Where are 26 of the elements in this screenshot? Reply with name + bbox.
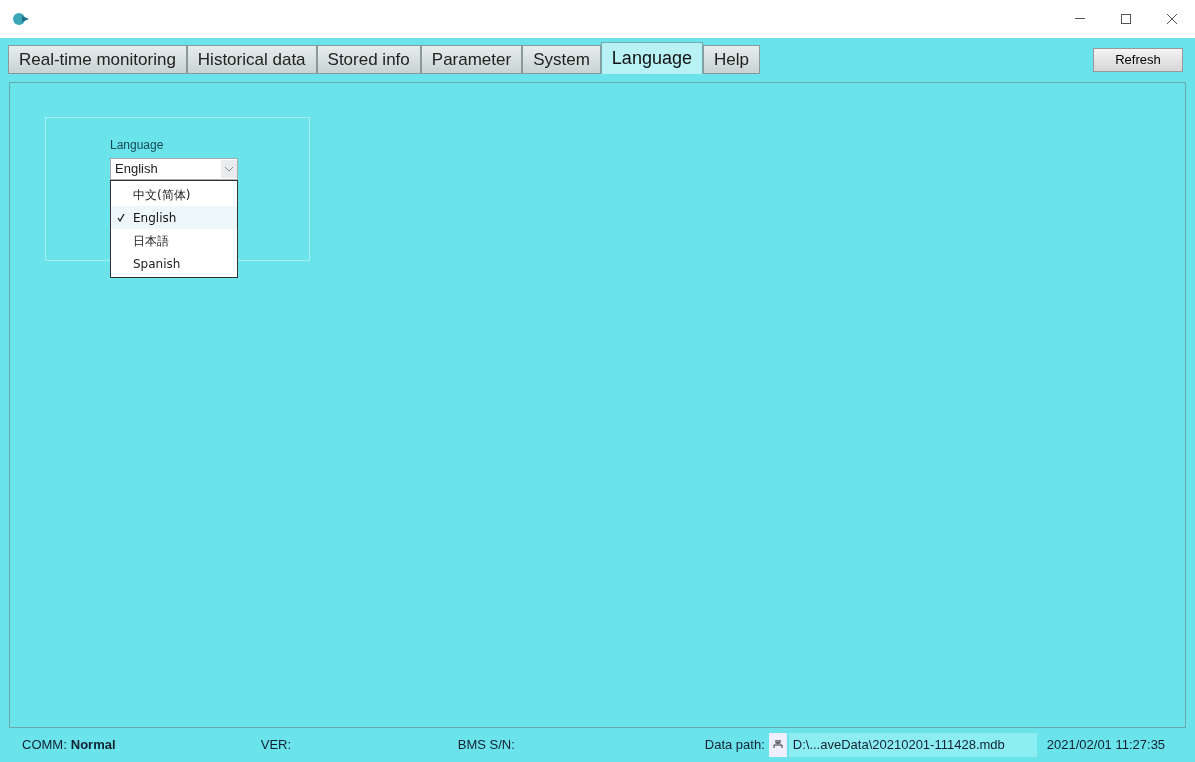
- comm-status: Normal: [70, 736, 117, 755]
- refresh-button[interactable]: Refresh: [1093, 48, 1183, 72]
- tab[interactable]: Real-time monitoring: [8, 45, 187, 74]
- network-icon: [771, 740, 784, 750]
- comm-label: COMM:: [22, 736, 67, 755]
- tab[interactable]: Language: [600, 42, 703, 74]
- tab[interactable]: Stored info: [316, 45, 421, 74]
- maximize-icon: [1121, 14, 1131, 24]
- data-path-field: D:\...aveData\20210201-111428.mdb: [788, 733, 1037, 757]
- language-dropdown[interactable]: English: [110, 158, 238, 180]
- minimize-icon: [1075, 18, 1085, 20]
- tab[interactable]: Help: [702, 45, 760, 74]
- version-label: VER:: [260, 736, 293, 755]
- tab[interactable]: System: [522, 45, 601, 74]
- data-path-label: Data path:: [704, 736, 765, 755]
- tab[interactable]: Historical data: [186, 45, 317, 74]
- app-logo-icon: [12, 12, 30, 26]
- close-icon: [1167, 14, 1177, 24]
- language-label: Language: [110, 137, 165, 154]
- serial-number-label: BMS S/N:: [457, 736, 516, 755]
- dropdown-option[interactable]: English: [111, 206, 237, 229]
- chevron-down-icon: [221, 160, 237, 178]
- data-path-button[interactable]: [768, 733, 787, 757]
- check-icon: [117, 213, 125, 222]
- date-time: 2021/02/01 11:27:35: [1046, 736, 1166, 755]
- tab[interactable]: Parameter: [420, 45, 523, 74]
